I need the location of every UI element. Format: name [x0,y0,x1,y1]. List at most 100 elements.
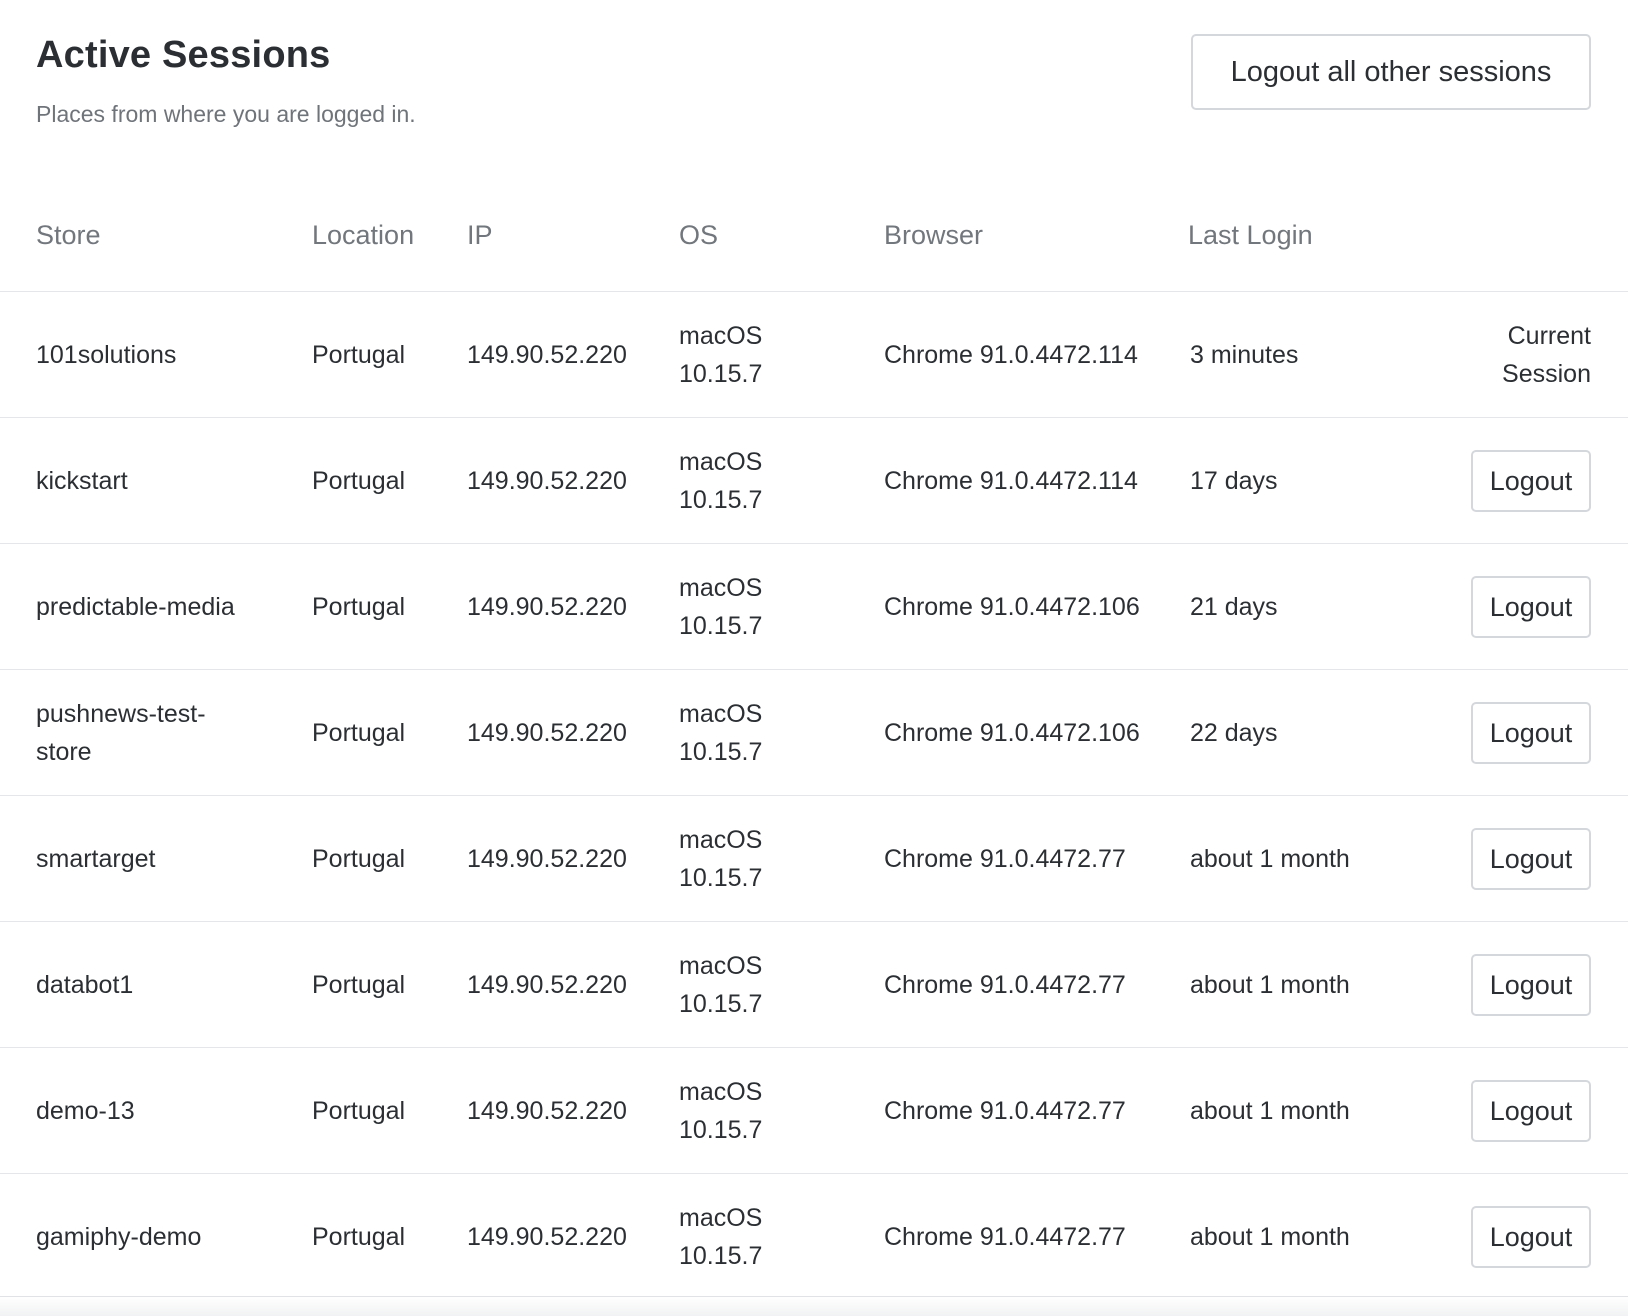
store-cell: smartarget [36,845,156,873]
sessions-table-header: Store Location IP OS Browser Last Login [0,188,1628,292]
os-name: macOS [679,322,763,350]
store-cell: pushnews-test-store [36,670,291,796]
table-row: 101solutions Portugal 149.90.52.220 macO… [0,292,1628,418]
ip-cell: 149.90.52.220 [467,467,627,495]
location-cell: Portugal [312,719,406,747]
logout-button[interactable]: Logout [1471,828,1591,890]
os-value: macOS 10.15.7 [679,821,762,897]
browser-cell: Chrome 91.0.4472.77 [884,845,1126,873]
browser-cell: Chrome 91.0.4472.77 [884,1097,1126,1125]
ip-cell: 149.90.52.220 [467,593,627,621]
browser-cell: Chrome 91.0.4472.77 [884,1223,1126,1251]
os-name: macOS [679,1204,763,1232]
os-cell: macOS 10.15.7 [679,670,859,796]
os-name: macOS [679,952,763,980]
location-cell: Portugal [312,971,406,999]
column-header-store: Store [36,220,101,250]
current-session-label: Current Session [1461,317,1591,393]
page-title: Active Sessions [36,34,331,76]
store-cell: demo-13 [36,1097,135,1125]
table-row: kickstart Portugal 149.90.52.220 macOS 1… [0,418,1628,544]
column-header-ip: IP [467,220,493,250]
os-cell: macOS 10.15.7 [679,1048,859,1174]
os-version: 10.15.7 [679,486,763,514]
active-sessions-page: Active Sessions Places from where you ar… [0,0,1628,1316]
os-name: macOS [679,448,763,476]
os-name: macOS [679,1078,763,1106]
logout-button[interactable]: Logout [1471,1080,1591,1142]
os-value: macOS 10.15.7 [679,1073,762,1149]
table-row: pushnews-test-store Portugal 149.90.52.2… [0,670,1628,796]
table-row: smartarget Portugal 149.90.52.220 macOS … [0,796,1628,922]
os-value: macOS 10.15.7 [679,947,762,1023]
store-cell: predictable-media [36,593,235,621]
os-value: macOS 10.15.7 [679,695,762,771]
location-cell: Portugal [312,593,406,621]
os-name: macOS [679,826,763,854]
logout-button[interactable]: Logout [1471,954,1591,1016]
sessions-table-body: 101solutions Portugal 149.90.52.220 macO… [0,292,1628,1300]
action-cell: Logout [1400,796,1591,922]
location-cell: Portugal [312,467,406,495]
os-version: 10.15.7 [679,738,763,766]
browser-cell: Chrome 91.0.4472.77 [884,971,1126,999]
os-cell: macOS 10.15.7 [679,1174,859,1300]
location-cell: Portugal [312,1097,406,1125]
store-name: pushnews-test-store [36,700,206,766]
column-header-browser: Browser [884,220,984,250]
os-value: macOS 10.15.7 [679,317,762,393]
column-header-os: OS [679,220,719,250]
ip-cell: 149.90.52.220 [467,971,627,999]
browser-cell: Chrome 91.0.4472.106 [884,719,1140,747]
action-cell: Current Session [1400,292,1591,418]
logout-all-other-sessions-button[interactable]: Logout all other sessions [1191,34,1591,110]
os-name: macOS [679,700,763,728]
os-value: macOS 10.15.7 [679,569,762,645]
os-cell: macOS 10.15.7 [679,418,859,544]
ip-cell: 149.90.52.220 [467,1223,627,1251]
column-header-last-login: Last Login [1188,220,1313,250]
logout-button[interactable]: Logout [1471,450,1591,512]
table-row: demo-13 Portugal 149.90.52.220 macOS 10.… [0,1048,1628,1174]
os-version: 10.15.7 [679,360,763,388]
scroll-edge-shadow [0,1296,1628,1316]
action-cell: Logout [1400,670,1591,796]
current-session-line-2: Session [1502,360,1591,388]
page-header: Active Sessions Places from where you ar… [0,0,1628,180]
store-cell: 101solutions [36,341,177,369]
location-cell: Portugal [312,845,406,873]
os-cell: macOS 10.15.7 [679,292,859,418]
table-row: predictable-media Portugal 149.90.52.220… [0,544,1628,670]
logout-button[interactable]: Logout [1471,702,1591,764]
os-cell: macOS 10.15.7 [679,796,859,922]
os-version: 10.15.7 [679,1116,763,1144]
logout-button[interactable]: Logout [1471,576,1591,638]
store-cell: gamiphy-demo [36,1223,202,1251]
os-version: 10.15.7 [679,864,763,892]
action-cell: Logout [1400,1048,1591,1174]
action-cell: Logout [1400,922,1591,1048]
os-version: 10.15.7 [679,1242,763,1270]
os-version: 10.15.7 [679,612,763,640]
os-cell: macOS 10.15.7 [679,544,859,670]
os-name: macOS [679,574,763,602]
store-cell: kickstart [36,467,128,495]
store-cell: databot1 [36,971,134,999]
browser-cell: Chrome 91.0.4472.114 [884,467,1138,495]
ip-cell: 149.90.52.220 [467,341,627,369]
table-row: databot1 Portugal 149.90.52.220 macOS 10… [0,922,1628,1048]
page-subtitle: Places from where you are logged in. [36,101,416,127]
action-cell: Logout [1400,418,1591,544]
os-cell: macOS 10.15.7 [679,922,859,1048]
browser-cell: Chrome 91.0.4472.114 [884,341,1138,369]
ip-cell: 149.90.52.220 [467,1097,627,1125]
location-cell: Portugal [312,341,406,369]
location-cell: Portugal [312,1223,406,1251]
os-value: macOS 10.15.7 [679,443,762,519]
browser-cell: Chrome 91.0.4472.106 [884,593,1140,621]
ip-cell: 149.90.52.220 [467,719,627,747]
action-cell: Logout [1400,1174,1591,1300]
ip-cell: 149.90.52.220 [467,845,627,873]
logout-button[interactable]: Logout [1471,1206,1591,1268]
column-header-location: Location [312,220,415,250]
